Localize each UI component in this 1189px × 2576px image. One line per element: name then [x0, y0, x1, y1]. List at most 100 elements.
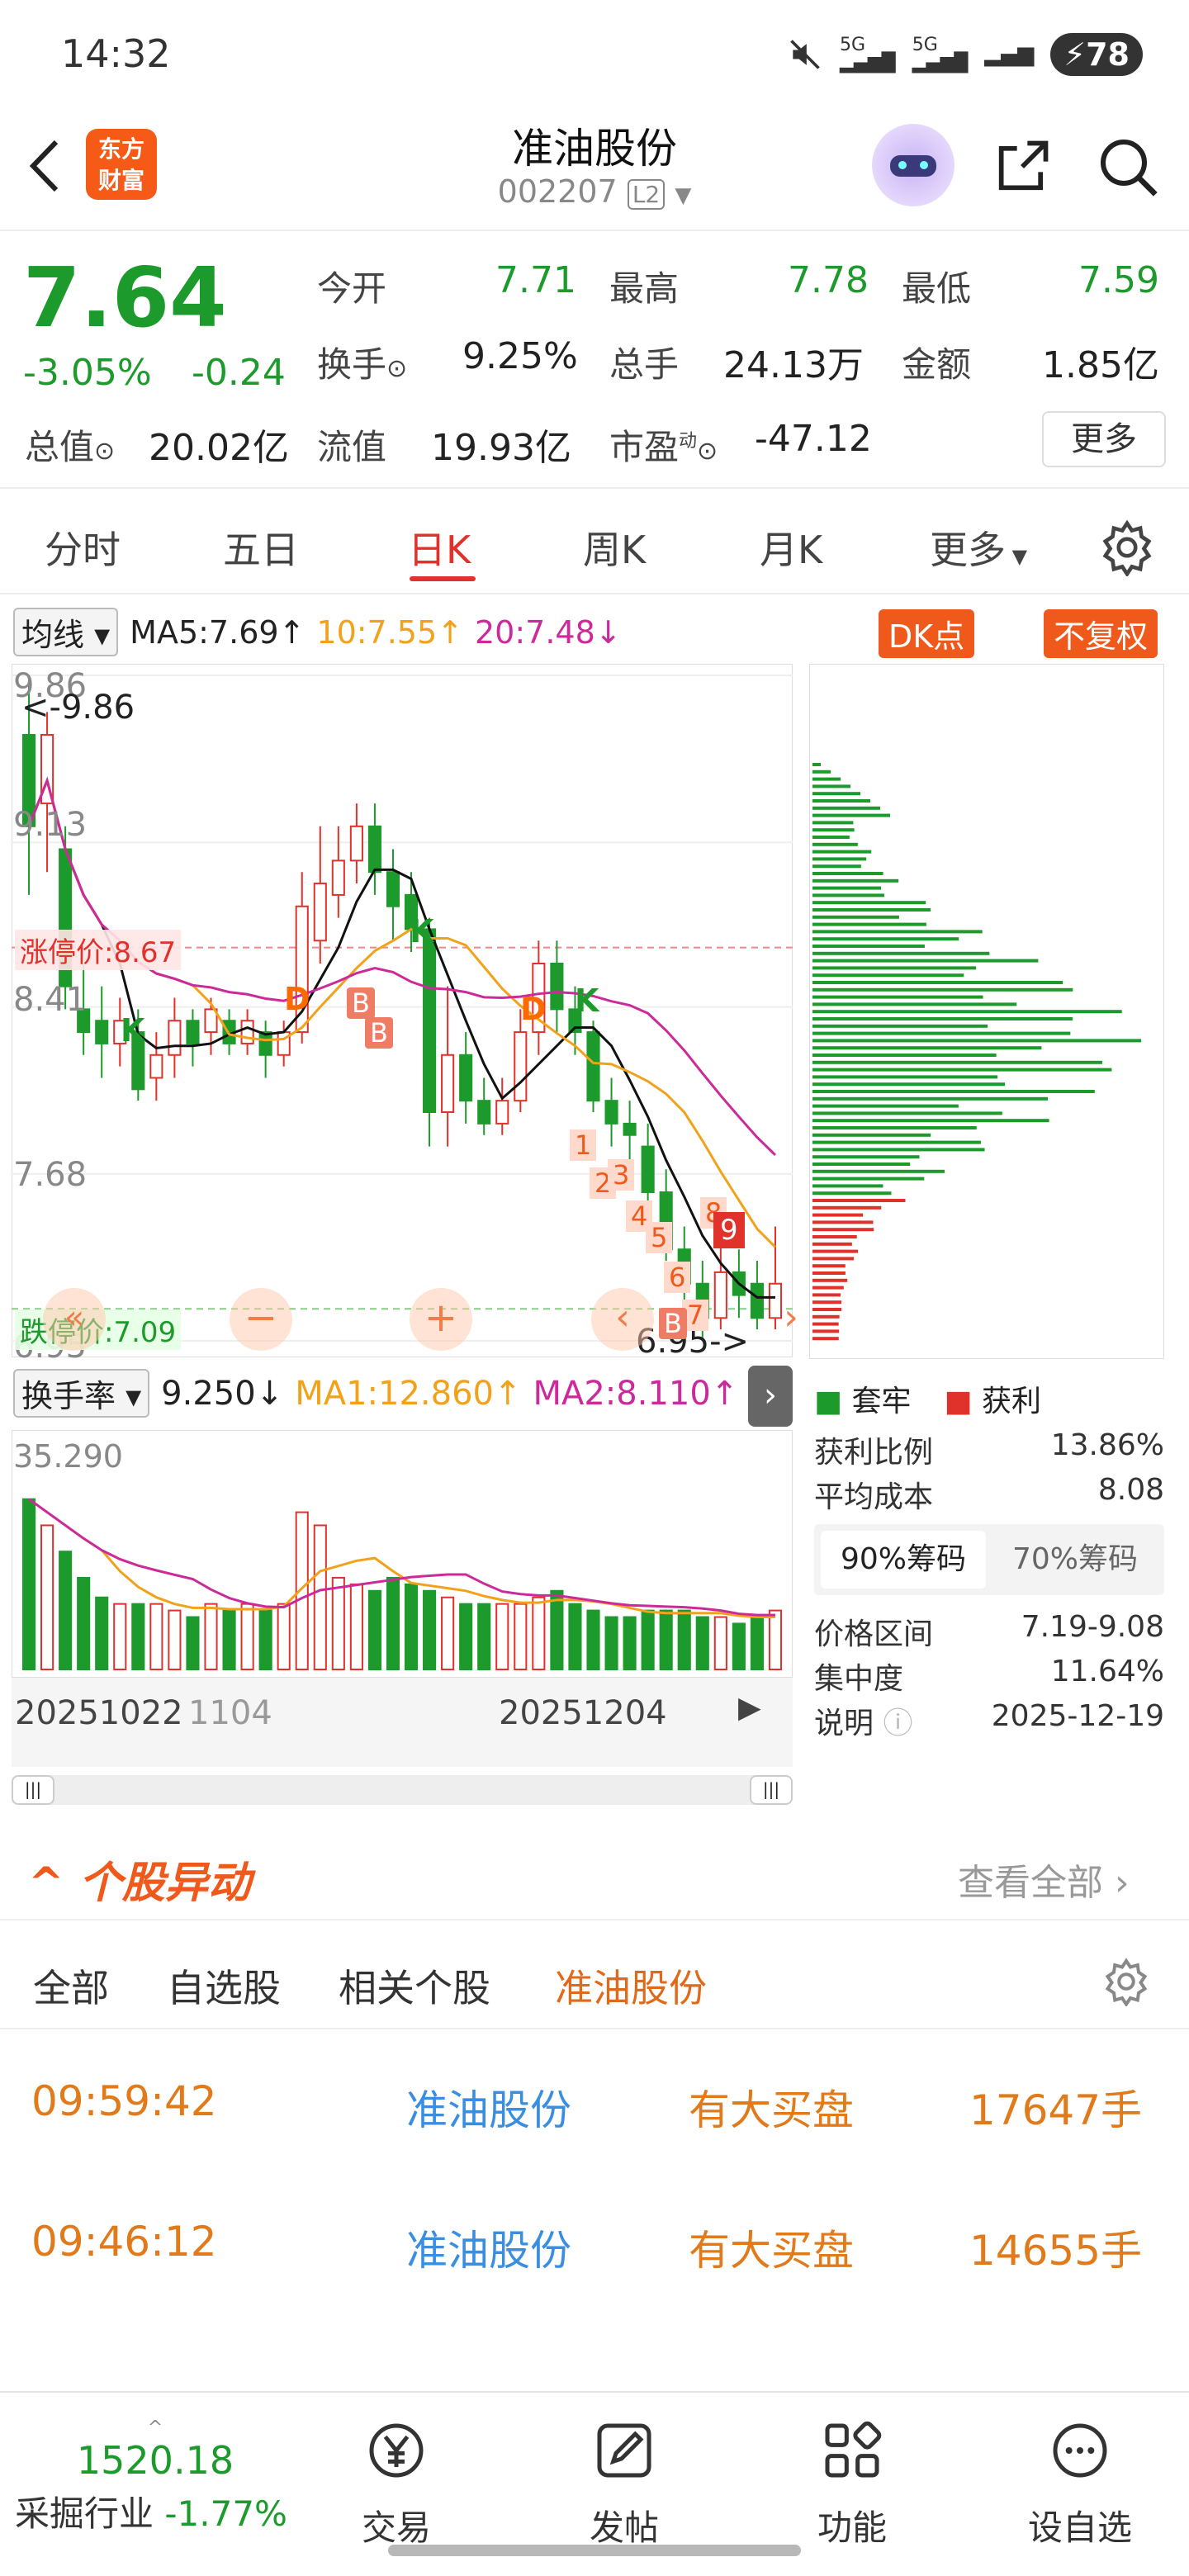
chip-bar	[812, 777, 841, 781]
filter-current-stock[interactable]: 准油股份	[555, 1958, 707, 2013]
nav-trade[interactable]: 交易	[330, 2417, 462, 2550]
td-count-3: 3	[608, 1159, 635, 1191]
turnover-bar	[349, 1583, 363, 1670]
alert-stock[interactable]: 准油股份	[406, 2218, 571, 2277]
chip-bar	[812, 1337, 839, 1341]
chip-bar	[812, 945, 925, 948]
next-button[interactable]: ›	[775, 1288, 808, 1351]
view-all-link[interactable]: 查看全部 ›	[958, 1853, 1130, 1906]
chip-bar	[812, 763, 821, 766]
indicator-selector[interactable]: 换手率 ▾	[13, 1369, 150, 1418]
battery-icon: ⚡78	[1050, 33, 1143, 76]
change-amount: -0.24	[192, 352, 286, 394]
zoom-in-button[interactable]: +	[410, 1288, 472, 1351]
ma-selector[interactable]: 均线 ▾	[13, 608, 119, 656]
gear-icon[interactable]	[1101, 1957, 1151, 2006]
chip-bar	[812, 1177, 925, 1181]
tab-intraday[interactable]: 分时	[45, 520, 121, 575]
tab-70-chips[interactable]: 70%筹码	[992, 1531, 1158, 1589]
filter-watchlist[interactable]: 自选股	[167, 1958, 281, 2013]
tab-five-day[interactable]: 五日	[223, 520, 299, 575]
candle	[623, 1122, 637, 1136]
kline-chart[interactable]	[12, 664, 793, 1357]
battery-level: 78	[1086, 36, 1130, 73]
chip-bar	[812, 1031, 1071, 1035]
tab-monthly-k[interactable]: 月K	[760, 520, 822, 575]
active-tab-indicator	[410, 576, 476, 581]
period-tabs: 分时 五日 日K 周K 月K 更多 ▼	[0, 495, 1189, 594]
more-button[interactable]: 更多	[1042, 411, 1166, 467]
prev-button[interactable]: ‹	[591, 1288, 654, 1351]
note-row[interactable]: 说明 ⓘ 2025-12-19	[814, 1699, 1164, 1742]
turnover-legend: 换手率 ▾ 9.250↓ MA1:12.860↑ MA2:8.110↑	[13, 1369, 738, 1418]
chip-bar	[812, 1133, 931, 1137]
range-scrollbar[interactable]: ||| |||	[12, 1775, 793, 1805]
search-icon[interactable]	[1095, 134, 1161, 200]
range-handle-left[interactable]: |||	[12, 1775, 54, 1805]
zoom-out-button[interactable]: −	[230, 1288, 292, 1351]
scroll-left-button[interactable]: «	[43, 1288, 106, 1351]
nav-features[interactable]: 功能	[786, 2417, 918, 2550]
tab-90-chips[interactable]: 90%筹码	[821, 1531, 986, 1589]
filter-all[interactable]: 全部	[33, 1958, 109, 2013]
tab-weekly-k[interactable]: 周K	[583, 520, 646, 575]
candle	[240, 1020, 254, 1044]
amount-label: 金额	[902, 344, 972, 385]
alert-filter-tabs: 全部 自选股 相关个股 准油股份	[0, 1932, 1189, 2029]
nav-features-label: 功能	[817, 2507, 887, 2548]
alerts-title: ^ 个股异动	[28, 1859, 251, 1908]
industry-index[interactable]: ^ 1520.18 采掘行业 -1.77%	[15, 2417, 296, 2536]
chip-bar	[812, 959, 1039, 963]
y-tick-3: 8.41	[13, 981, 88, 1019]
adjust-button[interactable]: 不复权	[1044, 609, 1158, 658]
dk-point-button[interactable]: DK点	[879, 609, 975, 658]
filter-related[interactable]: 相关个股	[339, 1958, 490, 2013]
low-label: 最低	[902, 268, 972, 309]
gear-icon[interactable]	[1098, 519, 1156, 576]
volume-value: 24.13万	[723, 344, 864, 386]
play-icon[interactable]: ▶	[738, 1691, 761, 1725]
chip-bar	[812, 1314, 840, 1319]
status-icons: 5G ▂▄▆█ 5G ▂▄▆█ ▂▄▆ ⚡78	[787, 33, 1143, 76]
yen-icon	[369, 2423, 424, 2478]
info-circle-icon[interactable]: ⓘ	[883, 1707, 912, 1740]
share-icon[interactable]	[991, 135, 1054, 198]
turnover-bar	[168, 1609, 182, 1671]
turnover-label: 换手⊙	[317, 344, 408, 385]
turnover-bar	[95, 1596, 109, 1670]
signal-icon: 5G ▂▄▆█	[840, 35, 896, 73]
turnover-bar	[732, 1622, 746, 1671]
nav-add-watchlist[interactable]: 设自选	[1014, 2417, 1146, 2550]
tab-daily-k[interactable]: 日K	[408, 520, 471, 575]
chip-bar	[812, 1039, 1142, 1043]
chip-bar	[812, 799, 870, 803]
low-value: 7.59	[1078, 259, 1159, 301]
chip-bar	[812, 1096, 1049, 1101]
ma5-value: MA5:7.69↑	[130, 613, 306, 651]
turnover-bar	[768, 1609, 783, 1671]
signal-d-2: D	[520, 991, 547, 1027]
range-handle-right[interactable]: |||	[750, 1775, 793, 1805]
alert-time: 09:46:12	[31, 2218, 217, 2266]
turnover-bar	[713, 1616, 727, 1670]
date-axis: 20251022 1104 20251204 ▶	[12, 1678, 793, 1767]
panel-toggle-button[interactable]: ›	[748, 1366, 793, 1427]
alert-row[interactable]: 09:46:12 准油股份 有大买盘 14655手	[0, 2176, 1189, 2308]
turnover-bar	[367, 1589, 381, 1670]
robot-avatar-icon[interactable]	[872, 124, 955, 206]
date-label-1: 20251022	[15, 1694, 183, 1732]
nav-post[interactable]: 发帖	[558, 2417, 690, 2550]
candle	[423, 928, 437, 1114]
chip-bar	[812, 864, 861, 869]
turnover-chart[interactable]	[12, 1430, 793, 1678]
tab-more[interactable]: 更多 ▼	[930, 520, 1027, 575]
ma-legend: 均线 ▾ MA5:7.69↑ 10:7.55↑ 20:7.48↓	[13, 608, 622, 656]
index-name-row: 采掘行业 -1.77%	[15, 2486, 296, 2536]
turnover-bar	[404, 1583, 419, 1670]
nav-post-label: 发帖	[589, 2507, 659, 2548]
alert-row[interactable]: 09:59:42 准油股份 有大买盘 17647手	[0, 2036, 1189, 2168]
chip-bar	[812, 792, 860, 796]
alert-stock[interactable]: 准油股份	[406, 2077, 571, 2137]
chip-bar	[812, 930, 983, 934]
candle	[441, 1054, 455, 1114]
